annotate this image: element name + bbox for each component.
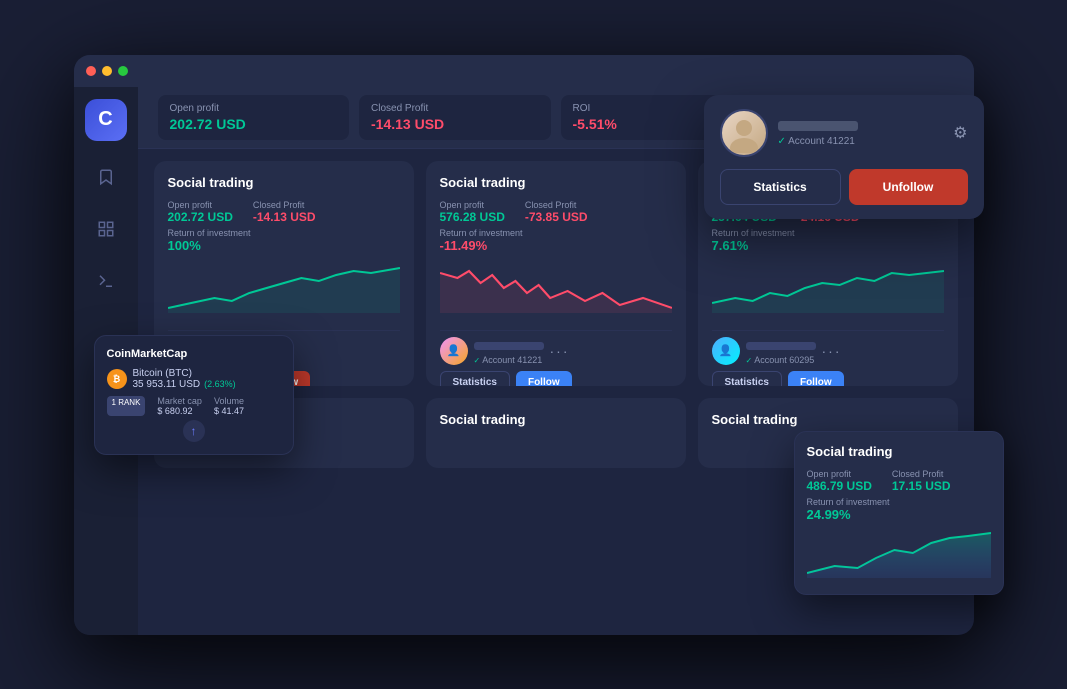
card-3-roi-label: Return of investment (712, 228, 944, 238)
card-1-chart (168, 263, 400, 318)
social-trading-popup: Social trading Open profit 486.79 USD Cl… (794, 431, 1004, 595)
popup-unfollow-button[interactable]: Unfollow (849, 169, 968, 205)
cmc-title: CoinMarketCap (107, 348, 281, 360)
card-3-avatar: 👤 (712, 337, 740, 365)
cmc-expand-button[interactable]: ↑ (183, 420, 205, 442)
stat-closed-profit: Closed Profit -14.13 USD (359, 95, 551, 140)
card-2-open-value: 576.28 USD (440, 210, 505, 224)
bottom-card-2: Social trading (426, 398, 686, 468)
card-3-account: 👤 ✓ Account 60295 ··· (712, 337, 842, 365)
profile-popup-actions: Statistics Unfollow (720, 169, 968, 205)
social-popup-open-value: 486.79 USD (807, 479, 872, 493)
card-3-name (746, 342, 816, 350)
card-1-title: Social trading (168, 175, 400, 190)
card-2-roi-label: Return of investment (440, 228, 672, 238)
card-2-follow-button[interactable]: Follow (516, 371, 572, 386)
profile-name (778, 121, 858, 131)
logo-text: C (98, 108, 112, 131)
card-2-dots-menu[interactable]: ··· (550, 343, 570, 359)
card-2-name (474, 342, 544, 350)
profile-popup-header: ✓ Account 41221 ⚙ (720, 109, 968, 157)
profile-avatar (720, 109, 768, 157)
cmc-stats-row: 1 RANK Market cap $ 680.92 Volume $ 41.4… (107, 396, 281, 416)
social-popup-roi-label: Return of investment (807, 497, 991, 507)
card-3-dots-menu[interactable]: ··· (822, 343, 842, 359)
card-1-open-value: 202.72 USD (168, 210, 233, 224)
sidebar-item-bookmark[interactable] (90, 161, 122, 193)
close-button[interactable] (86, 66, 96, 76)
coinmarketcap-popup: CoinMarketCap ₿ Bitcoin (BTC) 35 953.11 … (94, 335, 294, 455)
card-2-avatar: 👤 (440, 337, 468, 365)
sidebar-item-grid[interactable] (90, 213, 122, 245)
sidebar-item-terminal[interactable] (90, 265, 122, 297)
card-2-title: Social trading (440, 175, 672, 190)
card-1-open-label: Open profit (168, 200, 233, 210)
social-popup-closed-label: Closed Profit (892, 469, 951, 479)
bitcoin-icon: ₿ (107, 369, 127, 389)
card-3-footer: 👤 ✓ Account 60295 ··· (712, 330, 944, 365)
card-1-closed-value: -14.13 USD (253, 210, 316, 224)
card-2-statistics-button[interactable]: Statistics (440, 371, 510, 386)
settings-icon[interactable]: ⚙ (953, 123, 967, 143)
logo[interactable]: C (85, 99, 127, 141)
volume-label: Volume (214, 396, 244, 406)
card-1-closed-label: Closed Profit (253, 200, 316, 210)
card-3-account-label: ✓ Account 60295 (746, 355, 816, 365)
card-2-closed-label: Closed Profit (525, 200, 588, 210)
market-cap-value: $ 680.92 (157, 406, 202, 416)
card-3-chart (712, 263, 944, 318)
coin-price: 35 953.11 USD (133, 379, 201, 390)
stat-open-profit-label: Open profit (170, 103, 338, 114)
minimize-button[interactable] (102, 66, 112, 76)
stat-open-profit-value: 202.72 USD (170, 116, 338, 132)
bottom-card-2-title: Social trading (440, 412, 672, 427)
profile-account: ✓ Account 41221 (778, 136, 858, 147)
browser-titlebar (74, 55, 974, 87)
profile-popup: ✓ Account 41221 ⚙ Statistics Unfollow (704, 95, 984, 219)
social-popup-open-label: Open profit (807, 469, 872, 479)
card-3-follow-button[interactable]: Follow (788, 371, 844, 386)
card-2-chart (440, 263, 672, 318)
card-3-statistics-button[interactable]: Statistics (712, 371, 782, 386)
card-2-account-label: ✓ Account 41221 (474, 355, 544, 365)
card-3-roi-value: 7.61% (712, 238, 944, 253)
social-popup-roi-value: 24.99% (807, 507, 991, 522)
maximize-button[interactable] (118, 66, 128, 76)
bottom-card-3-title: Social trading (712, 412, 944, 427)
market-cap-label: Market cap (157, 396, 202, 406)
card-2-account: 👤 ✓ Account 41221 ··· (440, 337, 570, 365)
card-1-roi-value: 100% (168, 238, 400, 253)
social-popup-chart (807, 528, 991, 578)
card-2-footer: 👤 ✓ Account 41221 ··· (440, 330, 672, 365)
card-1-roi-label: Return of investment (168, 228, 400, 238)
popup-statistics-button[interactable]: Statistics (720, 169, 841, 205)
stat-open-profit: Open profit 202.72 USD (158, 95, 350, 140)
rank-badge: 1 RANK (107, 396, 146, 416)
card-2-closed-value: -73.85 USD (525, 210, 588, 224)
cmc-coin-row: ₿ Bitcoin (BTC) 35 953.11 USD (2.63%) (107, 368, 281, 390)
card-2-roi-value: -11.49% (440, 238, 672, 253)
card-2-open-label: Open profit (440, 200, 505, 210)
social-popup-closed-value: 17.15 USD (892, 479, 951, 493)
coin-name: Bitcoin (BTC) (133, 368, 236, 379)
stat-closed-profit-value: -14.13 USD (371, 116, 539, 132)
trading-card-2: Social trading Open profit 576.28 USD Cl… (426, 161, 686, 386)
card-3-actions: Statistics Follow (712, 371, 944, 386)
card-2-actions: Statistics Follow (440, 371, 672, 386)
stat-closed-profit-label: Closed Profit (371, 103, 539, 114)
coin-change: (2.63%) (204, 379, 236, 389)
volume-value: $ 41.47 (214, 406, 244, 416)
social-popup-title: Social trading (807, 444, 991, 459)
